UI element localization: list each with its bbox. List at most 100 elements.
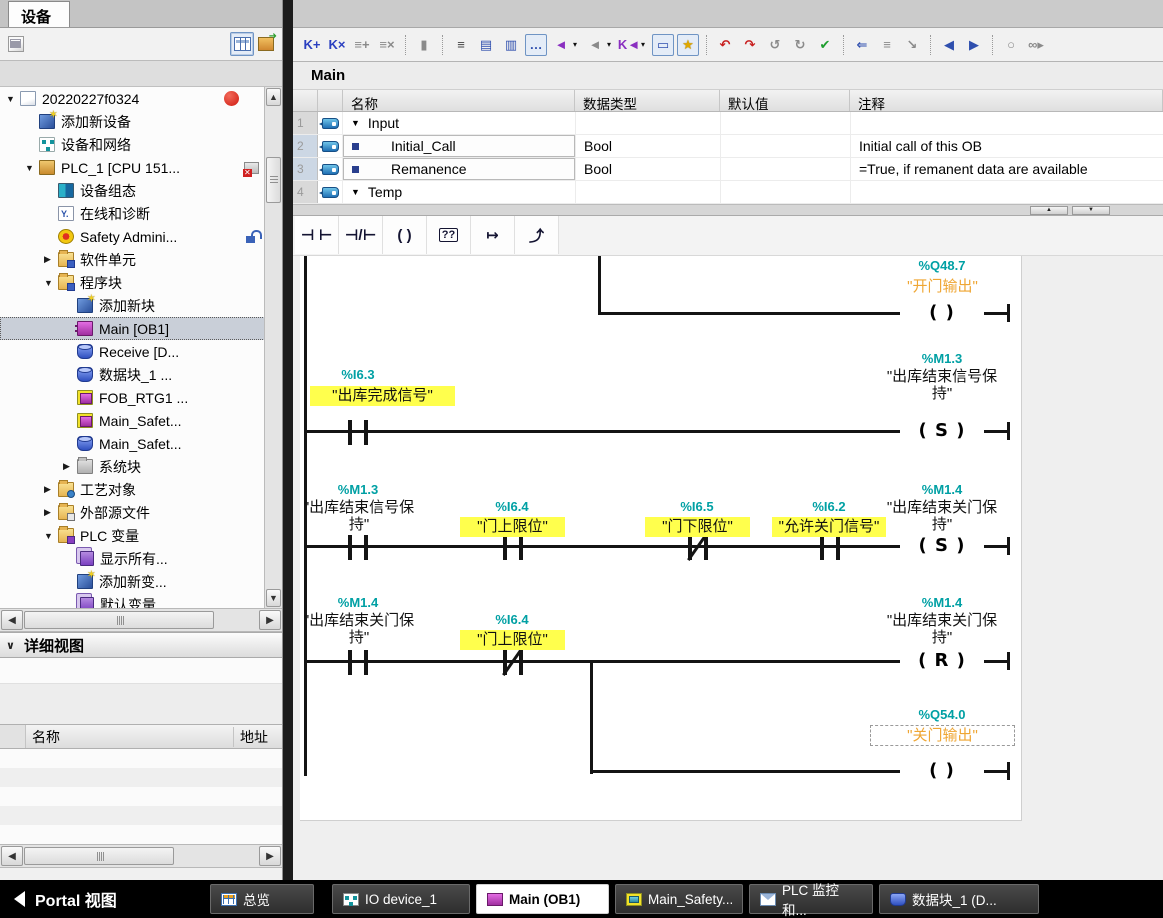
tree-item-external-sources[interactable]: 外部源文件 [0, 501, 265, 524]
dropdown-arrow-icon[interactable]: ▾ [573, 40, 581, 49]
operand-address[interactable]: %I6.3 [300, 367, 416, 382]
operand-address[interactable]: %M1.4 [300, 595, 416, 610]
network-comments-icon[interactable]: … [525, 34, 547, 56]
output-coil[interactable]: ( ) [900, 758, 984, 784]
reset-coil[interactable]: ( R ) [900, 648, 984, 674]
expander-icon[interactable] [44, 254, 58, 265]
operand-name[interactable]: "出库结束关门保持" [880, 499, 1004, 533]
operand-address[interactable]: %Q48.7 [865, 258, 1019, 273]
operand-name-highlighted[interactable]: "允许关门信号" [772, 517, 886, 537]
expander-icon[interactable] [6, 94, 20, 104]
tree-item-online-diagnostics[interactable]: 在线和诊断 [0, 202, 265, 225]
table-row[interactable]: 3 Remanence Bool =True, if remanent data… [293, 158, 1163, 181]
tree-item-plc-tags[interactable]: PLC 变量 [0, 524, 265, 547]
operand-name[interactable]: "出库结束信号保持" [880, 368, 1004, 402]
io-device-tab-button[interactable]: IO device_1 [332, 884, 470, 914]
operand-name-highlighted[interactable]: "门上限位" [460, 630, 565, 650]
operand-address[interactable]: %I6.4 [454, 612, 570, 627]
expander-icon[interactable] [44, 278, 58, 288]
table-splitter[interactable]: ▲ ▼ [293, 204, 1163, 216]
no-contact[interactable] [519, 535, 523, 560]
output-coil[interactable]: ( ) [900, 300, 984, 326]
expander-icon[interactable] [44, 531, 58, 541]
sync-block-call-icon[interactable]: ↻ [789, 34, 811, 56]
goto-prev-error-icon[interactable]: ↶ [714, 34, 736, 56]
consistency-check-icon[interactable]: ✔ [814, 34, 836, 56]
tree-item-program-blocks[interactable]: 程序块 [0, 271, 265, 294]
scroll-right-button[interactable]: ▶ [259, 846, 281, 866]
expander-icon[interactable] [44, 507, 58, 518]
no-contact[interactable] [820, 535, 824, 560]
operand-name[interactable]: "出库结束关门保持" [880, 612, 1004, 646]
scroll-left-button[interactable]: ◀ [1, 846, 23, 866]
set-coil[interactable]: ( S ) [900, 418, 984, 444]
col-default[interactable]: 默认值 [720, 90, 850, 111]
tree-item-default-tag-table[interactable]: 默认变量... [0, 593, 265, 608]
tree-item-device-config[interactable]: 设备组态 [0, 179, 265, 202]
insert-network-icon[interactable]: K+ [301, 34, 323, 56]
call-environment-icon[interactable]: ⇐ [851, 34, 873, 56]
operand-address[interactable]: %I6.5 [639, 499, 755, 514]
monitoring-icon[interactable]: ∞▸ [1025, 34, 1047, 56]
scroll-thumb[interactable] [24, 611, 214, 629]
operand-name[interactable]: "开门输出" [907, 278, 978, 295]
operand-address[interactable]: %I6.4 [454, 499, 570, 514]
operand-name-highlighted[interactable]: "出库完成信号" [310, 386, 455, 406]
no-contact[interactable] [364, 650, 368, 675]
dropdown-arrow-icon[interactable]: ▾ [641, 40, 649, 49]
collapse-networks-icon[interactable]: ▤ [475, 34, 497, 56]
expand-table-button[interactable]: ▼ [1072, 206, 1110, 215]
tree-item-add-block[interactable]: 添加新块 [0, 294, 265, 317]
ladder-canvas[interactable]: %Q48.7 "开门输出" ( ) %I6.3 "出库完成信号" %M1.3 "… [300, 256, 1022, 821]
delete-row-icon[interactable]: ≡× [376, 34, 398, 56]
scroll-left-button[interactable]: ◀ [1, 610, 23, 630]
tree-item-add-tag-table[interactable]: 添加新变... [0, 570, 265, 593]
overview-button[interactable]: 总览 [210, 884, 314, 914]
details-view-toggle-button[interactable] [230, 32, 254, 56]
tree-horizontal-scrollbar[interactable]: ◀ ▶ [0, 608, 282, 632]
table-row[interactable]: 1 ▼Input [293, 112, 1163, 135]
no-contact[interactable] [348, 420, 352, 445]
update-block-call-icon[interactable]: ↺ [764, 34, 786, 56]
tree-item-show-all-tags[interactable]: 显示所有... [0, 547, 265, 570]
operand-address[interactable]: %M1.4 [865, 482, 1019, 497]
tree-item-main-safety-fb[interactable]: Main_Safet... [0, 409, 265, 432]
no-contact[interactable] [348, 650, 352, 675]
expander-icon[interactable] [63, 461, 77, 472]
scroll-thumb[interactable] [24, 847, 174, 865]
operand-name[interactable]: "出库结束信号保持" [300, 499, 418, 533]
expander-icon[interactable]: ▼ [351, 187, 360, 197]
main-ob1-tab-button[interactable]: Main (OB1) [476, 884, 609, 914]
tree-item-safety-admin[interactable]: Safety Admini... [0, 225, 265, 248]
find-replace-icon[interactable]: ○ [1000, 34, 1022, 56]
no-contact-button[interactable]: ⊣ ⊢ [295, 216, 339, 254]
operand-address[interactable]: %M1.3 [300, 482, 416, 497]
empty-box-button[interactable]: ?? [427, 216, 471, 254]
close-branch-button[interactable]: ⤴ [515, 216, 559, 254]
operand-name-highlighted[interactable]: "门上限位" [460, 517, 565, 537]
no-contact[interactable] [836, 535, 840, 560]
operand-absolute-icon[interactable]: ◄ [550, 34, 572, 56]
table-row[interactable]: 2 Initial_Call Bool Initial call of this… [293, 135, 1163, 158]
call-structure-icon[interactable]: ↘ [901, 34, 923, 56]
operand-address[interactable]: %Q54.0 [865, 707, 1019, 722]
configure-tree-button[interactable] [4, 32, 28, 56]
col-comment[interactable]: 注释 [850, 90, 1163, 111]
operand-symbolic-icon[interactable]: ◄ [584, 34, 606, 56]
set-coil[interactable]: ( S ) [900, 533, 984, 559]
tree-item-software-units[interactable]: 软件单元 [0, 248, 265, 271]
coil-button[interactable]: ( ) [383, 216, 427, 254]
scroll-up-button[interactable]: ▲ [266, 88, 281, 106]
expand-networks-icon[interactable]: ≡ [450, 34, 472, 56]
plc-monitor-tab-button[interactable]: PLC 监控和... [749, 884, 873, 914]
nc-contact-button[interactable]: ⊣/⊢ [339, 216, 383, 254]
no-contact[interactable] [503, 535, 507, 560]
operand-address[interactable]: %I6.2 [771, 499, 887, 514]
portal-view-button[interactable]: Portal 视图 [0, 887, 210, 911]
operand-name[interactable]: "出库结束关门保持" [300, 612, 418, 646]
no-contact[interactable] [364, 535, 368, 560]
tab-devices[interactable]: 设备 [8, 1, 70, 27]
dropdown-arrow-icon[interactable]: ▾ [607, 40, 615, 49]
tree-vertical-scrollbar[interactable]: ▲ ▼ [264, 87, 282, 608]
collapse-chevron-icon[interactable] [6, 639, 24, 652]
